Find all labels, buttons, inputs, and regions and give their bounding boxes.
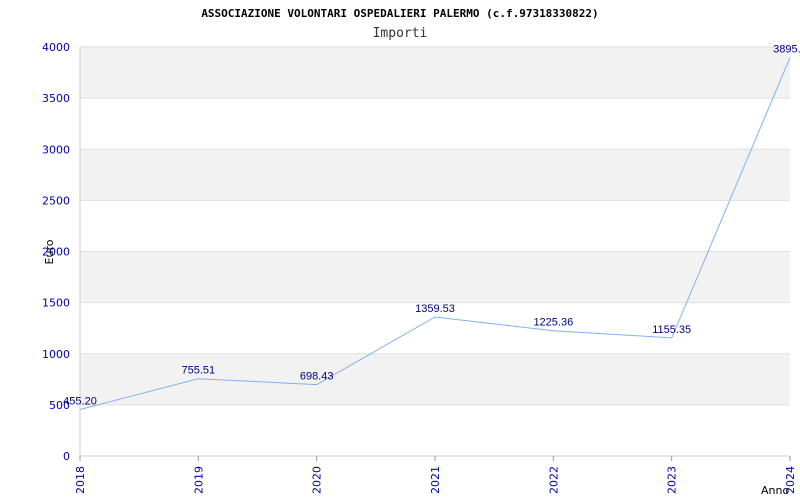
grid-band bbox=[80, 149, 790, 201]
x-tick-label: 2022 bbox=[547, 466, 560, 494]
y-tick-label: 3500 bbox=[42, 92, 70, 105]
data-label: 1155.35 bbox=[652, 324, 691, 336]
y-tick-label: 2500 bbox=[42, 194, 70, 207]
x-tick-label: 2018 bbox=[74, 466, 87, 494]
x-tick-label: 2020 bbox=[311, 466, 324, 494]
y-axis-label: Euro bbox=[43, 239, 56, 264]
x-tick-label: 2023 bbox=[666, 466, 679, 494]
grid-band bbox=[80, 47, 790, 99]
grid-band bbox=[80, 251, 790, 303]
grid-bands bbox=[80, 47, 790, 405]
data-label: 455.20 bbox=[63, 395, 97, 407]
chart-subtitle: Importi bbox=[373, 26, 428, 41]
y-tick-label: 1500 bbox=[42, 297, 70, 310]
y-tick-label: 4000 bbox=[42, 41, 70, 54]
grid-band bbox=[80, 353, 790, 405]
y-tick-label: 3000 bbox=[42, 143, 70, 156]
data-label: 698.43 bbox=[300, 371, 334, 383]
data-label: 1359.53 bbox=[415, 303, 455, 315]
y-tick-label: 0 bbox=[63, 450, 70, 463]
data-label: 1225.36 bbox=[533, 317, 573, 329]
y-tick-label: 1000 bbox=[42, 348, 70, 361]
x-axis-ticks: 2018 2019 2020 2021 2022 2023 2024 bbox=[74, 456, 797, 494]
data-label: 755.51 bbox=[182, 365, 216, 377]
x-tick-label: 2019 bbox=[192, 466, 205, 494]
line-chart: ASSOCIAZIONE VOLONTARI OSPEDALIERI PALER… bbox=[42, 7, 800, 497]
x-axis-label: Anno bbox=[761, 484, 789, 497]
x-tick-label: 2021 bbox=[429, 466, 442, 494]
chart-title: ASSOCIAZIONE VOLONTARI OSPEDALIERI PALER… bbox=[201, 7, 598, 20]
data-label: 3895.9 bbox=[773, 44, 800, 56]
